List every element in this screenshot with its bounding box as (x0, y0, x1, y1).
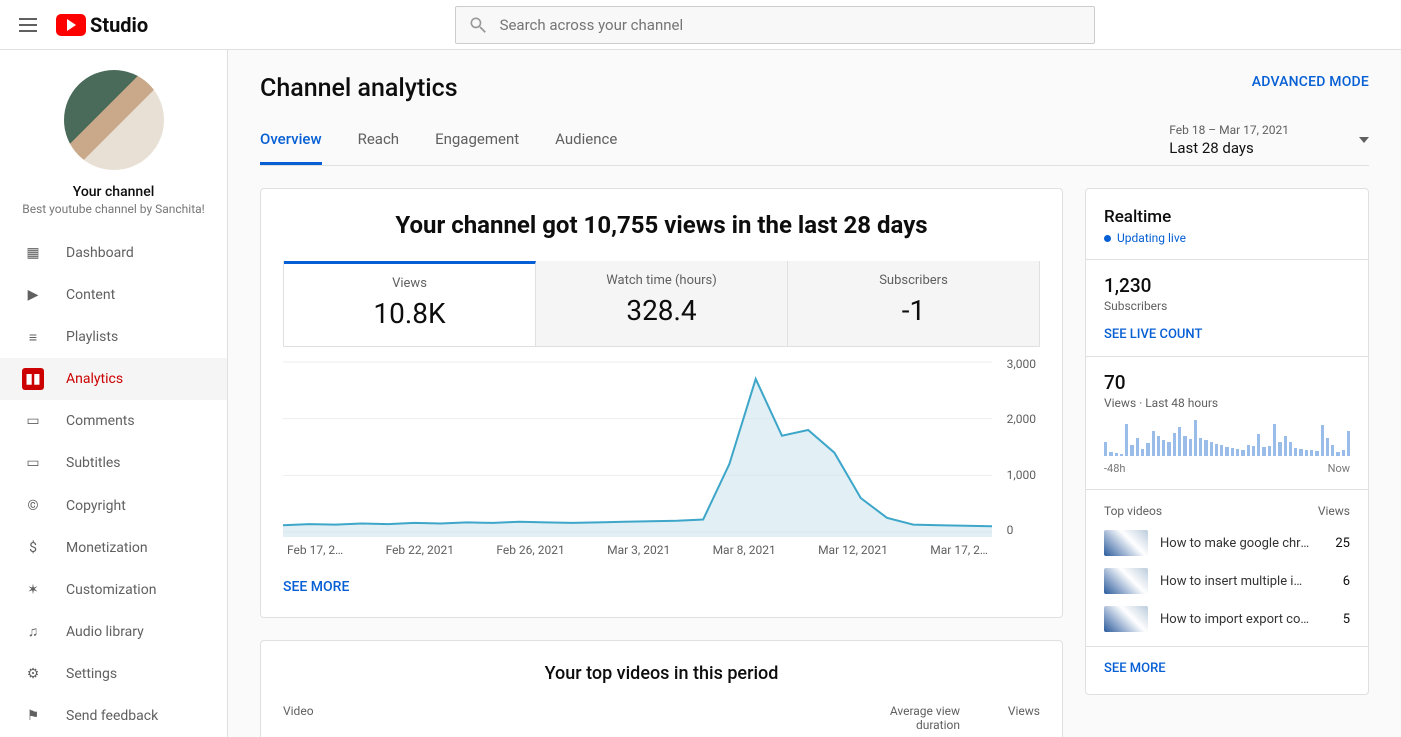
realtime-see-more-link[interactable]: SEE MORE (1104, 661, 1350, 676)
live-dot-icon (1104, 235, 1111, 242)
playlist-icon: ≡ (22, 326, 44, 348)
page-title: Channel analytics (260, 74, 458, 103)
chevron-down-icon (1359, 137, 1369, 143)
search-box[interactable] (455, 6, 1095, 44)
headline-text: Your channel got 10,755 views in the las… (283, 211, 1040, 239)
advanced-mode-link[interactable]: ADVANCED MODE (1252, 74, 1369, 90)
search-input[interactable] (500, 16, 1082, 34)
audio-icon: ♫ (22, 621, 44, 643)
realtime-card: Realtime Updating live 1,230 Subscribers… (1085, 188, 1369, 695)
search-icon (468, 15, 488, 35)
sidebar-item-comments[interactable]: ▭Comments (0, 400, 227, 442)
dollar-icon: $ (22, 537, 44, 559)
hamburger-menu-icon[interactable] (16, 13, 40, 37)
sidebar-item-subtitles[interactable]: ▭Subtitles (0, 442, 227, 484)
sidebar-item-analytics[interactable]: ▮▮Analytics (0, 358, 227, 400)
video-thumbnail (1104, 568, 1148, 594)
realtime-video-row[interactable]: How to insert multiple images…6 (1104, 568, 1350, 594)
channel-avatar[interactable] (64, 70, 164, 170)
video-thumbnail (1104, 530, 1148, 556)
realtime-video-row[interactable]: How to import export cookies…5 (1104, 606, 1350, 632)
video-thumbnail (1104, 606, 1148, 632)
feedback-icon: ⚑ (22, 705, 44, 727)
realtime-views-48h: 70 (1104, 371, 1350, 394)
sidebar-item-monetization[interactable]: $Monetization (0, 527, 227, 569)
sidebar-item-copyright[interactable]: ©Copyright (0, 484, 227, 526)
sidebar-item-settings[interactable]: ⚙Settings (0, 653, 227, 695)
analytics-icon: ▮▮ (22, 368, 44, 390)
realtime-sparkline (1104, 420, 1350, 456)
sidebar-item-customization[interactable]: ✶Customization (0, 569, 227, 611)
top-videos-title: Your top videos in this period (283, 663, 1040, 684)
comments-icon: ▭ (22, 410, 44, 432)
top-videos-card: Your top videos in this period Video Ave… (260, 640, 1063, 737)
tab-audience[interactable]: Audience (555, 130, 617, 165)
see-more-button[interactable]: SEE MORE (283, 579, 1040, 595)
realtime-video-row[interactable]: How to make google chrome…25 (1104, 530, 1350, 556)
channel-subtitle: Best youtube channel by Sanchita! (22, 202, 205, 216)
realtime-status: Updating live (1104, 231, 1350, 245)
tab-engagement[interactable]: Engagement (435, 130, 519, 165)
date-range-picker[interactable]: Feb 18 – Mar 17, 2021 Last 28 days (1169, 123, 1369, 165)
tab-overview[interactable]: Overview (260, 130, 322, 165)
see-live-count-link[interactable]: SEE LIVE COUNT (1104, 327, 1350, 342)
date-range-label: Last 28 days (1169, 139, 1289, 157)
sidebar-item-feedback[interactable]: ⚑Send feedback (0, 695, 227, 737)
subtitles-icon: ▭ (22, 452, 44, 474)
content-icon: ▶ (22, 284, 44, 306)
metric-views[interactable]: Views 10.8K (284, 261, 536, 346)
youtube-play-icon (56, 14, 86, 36)
realtime-subscribers: 1,230 (1104, 274, 1350, 297)
channel-name: Your channel (73, 184, 155, 200)
sidebar-item-playlists[interactable]: ≡Playlists (0, 316, 227, 358)
date-range-text: Feb 18 – Mar 17, 2021 (1169, 123, 1289, 137)
metric-watch-time[interactable]: Watch time (hours) 328.4 (536, 261, 788, 346)
analytics-tabs: Overview Reach Engagement Audience (260, 130, 617, 165)
sidebar-item-content[interactable]: ▶Content (0, 274, 227, 316)
sidebar: Your channel Best youtube channel by San… (0, 50, 228, 737)
metric-subscribers[interactable]: Subscribers -1 (788, 261, 1039, 346)
sidebar-item-audio-library[interactable]: ♫Audio library (0, 611, 227, 653)
gear-icon: ⚙ (22, 663, 44, 685)
overview-card: Your channel got 10,755 views in the las… (260, 188, 1063, 618)
copyright-icon: © (22, 495, 44, 517)
studio-logo[interactable]: Studio (56, 13, 148, 37)
tab-reach[interactable]: Reach (358, 130, 399, 165)
wand-icon: ✶ (22, 579, 44, 601)
main-content: Channel analytics ADVANCED MODE Overview… (228, 50, 1401, 737)
realtime-title: Realtime (1104, 207, 1350, 227)
brand-text: Studio (90, 13, 148, 37)
sidebar-item-dashboard[interactable]: ▦Dashboard (0, 232, 227, 274)
dashboard-icon: ▦ (22, 242, 44, 264)
app-header: Studio (0, 0, 1401, 50)
views-line-chart: 3,0002,0001,0000 (283, 357, 992, 537)
